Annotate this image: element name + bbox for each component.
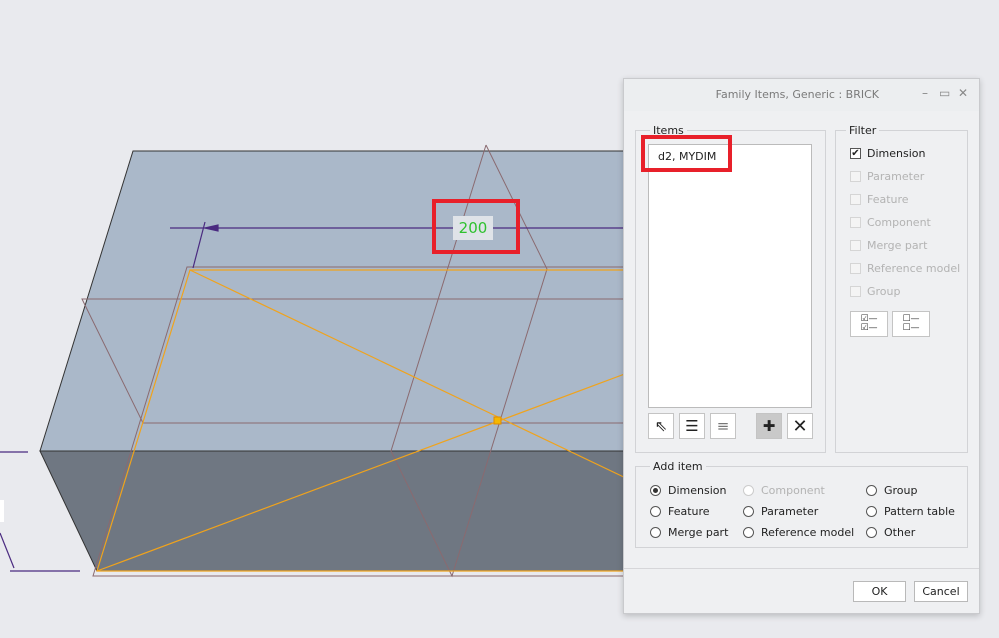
filter-feature-checkbox[interactable]: Feature: [850, 193, 909, 206]
x-icon: ✕: [792, 415, 808, 437]
select-button[interactable]: ⇖: [648, 413, 674, 439]
add-group-radio[interactable]: Group: [866, 484, 918, 497]
filter-dimension-checkbox[interactable]: ✔ Dimension: [850, 147, 925, 160]
add-other-radio[interactable]: Other: [866, 526, 915, 539]
list-bold-icon: ☰: [685, 417, 699, 435]
list-icon: ≡: [716, 417, 730, 435]
filter-reference-model-checkbox[interactable]: Reference model: [850, 262, 960, 275]
highlight-box-item: [641, 135, 732, 172]
minimize-icon[interactable]: –: [922, 86, 928, 100]
filter-group-checkbox[interactable]: Group: [850, 285, 901, 298]
dialog-title: Family Items, Generic : BRICK: [715, 88, 879, 101]
add-button[interactable]: ✚: [756, 413, 782, 439]
add-item-group-label: Add item: [653, 460, 703, 473]
remove-button[interactable]: ✕: [787, 413, 813, 439]
add-pattern-table-radio[interactable]: Pattern table: [866, 505, 955, 518]
plus-icon: ✚: [762, 417, 776, 435]
check-all-button[interactable]: ☑— ☑—: [850, 311, 888, 337]
add-merge-part-radio[interactable]: Merge part: [650, 526, 728, 539]
add-dimension-radio[interactable]: Dimension: [650, 484, 726, 497]
uncheck-all-icon: ☐— ☐—: [902, 314, 920, 333]
checkbox-icon: ✔: [850, 148, 861, 159]
select-all-button[interactable]: ☰: [679, 413, 705, 439]
divider: [624, 568, 979, 569]
add-reference-model-radio[interactable]: Reference model: [743, 526, 854, 539]
check-all-icon: ☑— ☑—: [860, 314, 878, 333]
family-items-dialog: Family Items, Generic : BRICK – ▭ ✕ Item…: [623, 78, 980, 614]
highlight-box-dimension: [432, 199, 520, 254]
brick-top-face: [39, 150, 631, 452]
add-feature-radio[interactable]: Feature: [650, 505, 710, 518]
add-component-radio[interactable]: Component: [743, 484, 825, 497]
filter-component-checkbox[interactable]: Component: [850, 216, 931, 229]
filter-group-label: Filter: [849, 124, 877, 137]
maximize-icon[interactable]: ▭: [939, 86, 950, 100]
sketch-center-point[interactable]: [493, 416, 502, 425]
close-icon[interactable]: ✕: [958, 86, 968, 100]
items-list[interactable]: d2, MYDIM: [648, 144, 812, 408]
deselect-all-button[interactable]: ≡: [710, 413, 736, 439]
filter-merge-part-checkbox[interactable]: Merge part: [850, 239, 927, 252]
add-parameter-radio[interactable]: Parameter: [743, 505, 818, 518]
title-bar[interactable]: Family Items, Generic : BRICK – ▭ ✕: [624, 79, 979, 111]
cancel-button[interactable]: Cancel: [914, 581, 968, 602]
uncheck-all-button[interactable]: ☐— ☐—: [892, 311, 930, 337]
ok-button[interactable]: OK: [853, 581, 906, 602]
filter-parameter-checkbox[interactable]: Parameter: [850, 170, 924, 183]
pointer-icon: ⇖: [654, 417, 668, 435]
